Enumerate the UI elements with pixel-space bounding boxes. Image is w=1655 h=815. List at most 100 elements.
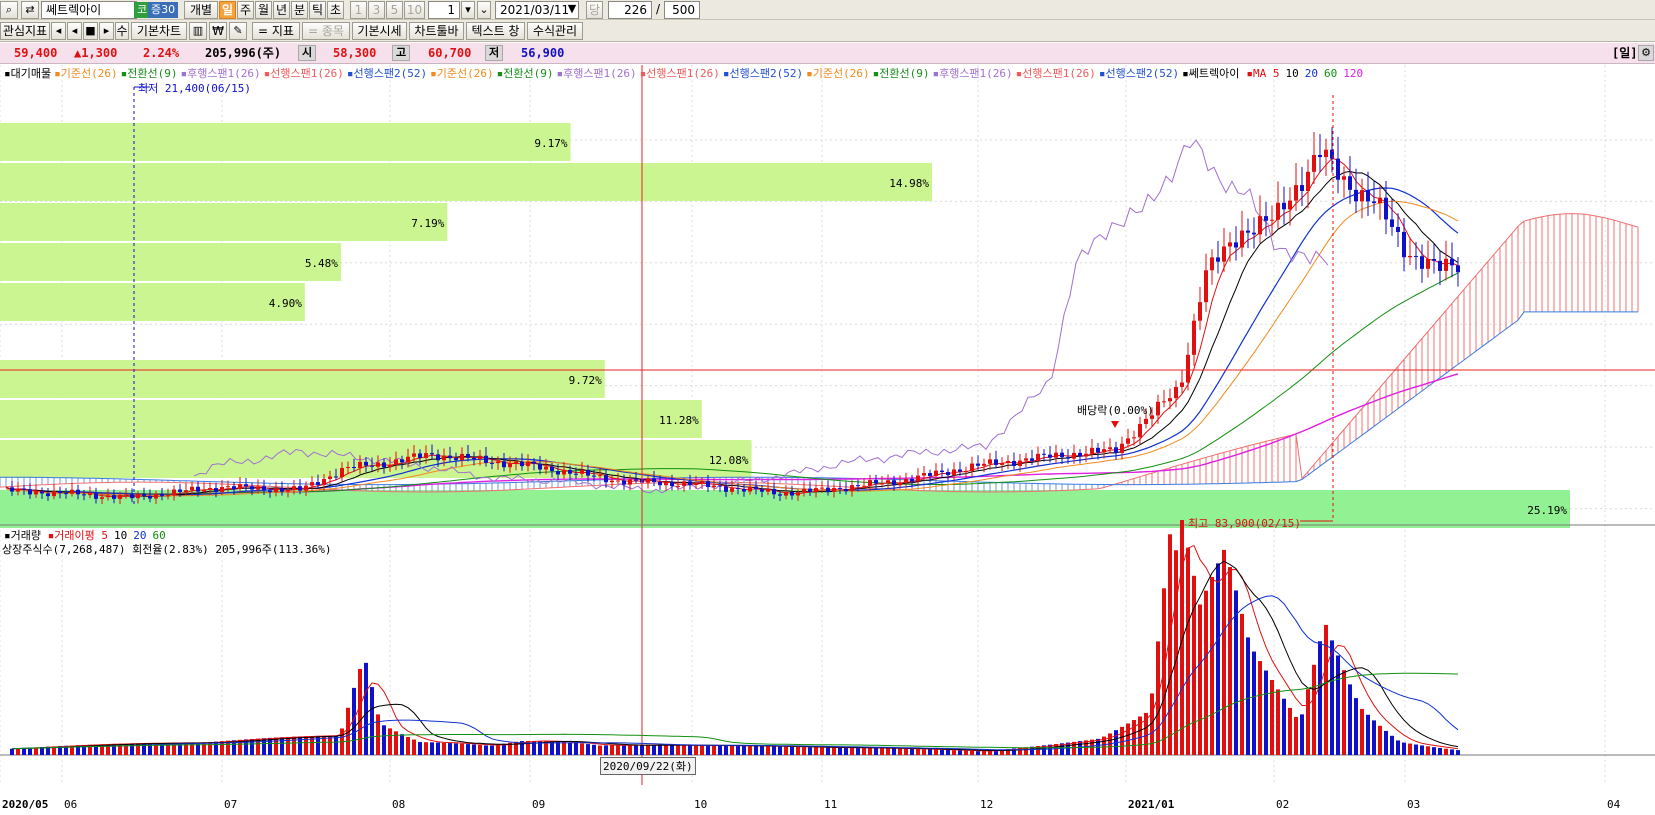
candle-body: [796, 492, 800, 496]
chart-area[interactable]: 9.17% 14.98% 7.19% 5.48% 4.90% 9.72% 11.28% 12.…: [0, 65, 1655, 815]
legend-ma-period: 10: [1285, 67, 1299, 80]
step-3-button[interactable]: 3: [368, 1, 385, 19]
volume-avg-period: 5: [101, 529, 108, 542]
volume-bar: [10, 748, 14, 755]
legend-item: ▪선행스팬1(26): [639, 67, 720, 80]
candle-body: [1312, 154, 1316, 172]
volume-bar: [934, 749, 938, 755]
settings-icon[interactable]: ⚙: [1638, 45, 1654, 61]
step-5-button[interactable]: 5: [386, 1, 403, 19]
candle-body: [880, 483, 884, 485]
scroll-right-icon[interactable]: ▸: [99, 22, 114, 40]
period-month-button[interactable]: 월: [255, 1, 272, 19]
candle-body: [1372, 201, 1376, 204]
refresh-icon[interactable]: ⇄: [21, 1, 39, 19]
step-spin-icon[interactable]: ▾: [461, 1, 475, 19]
candle-body: [1228, 242, 1232, 247]
text-window-button[interactable]: 텍스트 창: [466, 22, 525, 40]
volume-bar: [430, 742, 434, 755]
total-input[interactable]: 500: [664, 1, 700, 19]
volume-profile-bar: [0, 360, 605, 398]
candle-body: [370, 465, 374, 467]
price-info-bar: 59,400 ▲1,300 2.24% 205,996(주) 시 58,300 …: [0, 43, 1655, 64]
su-button[interactable]: 수: [115, 22, 129, 40]
candle-body: [1072, 452, 1076, 459]
candle-body: [670, 481, 674, 487]
indicator-button[interactable]: = 지표: [252, 22, 300, 40]
volume-bar: [22, 747, 26, 755]
volume-bar: [1414, 744, 1418, 755]
period-minute-button[interactable]: 분: [291, 1, 308, 19]
candle-body: [1042, 453, 1046, 455]
candle-body: [16, 488, 20, 492]
chart-type-icon[interactable]: ▥: [189, 22, 207, 40]
price-chart-svg[interactable]: 9.17% 14.98% 7.19% 5.48% 4.90% 9.72% 11.28% 12.…: [0, 65, 1655, 815]
candle-body: [712, 485, 716, 488]
candle-body: [364, 461, 368, 466]
candle-body: [490, 462, 494, 464]
volume-profile-label: 11.28%: [659, 414, 699, 427]
volume-bar: [694, 745, 698, 755]
date-dropdown-icon[interactable]: ▼: [565, 1, 579, 19]
individual-button[interactable]: 개별: [184, 1, 218, 19]
period-second-button[interactable]: 초: [327, 1, 344, 19]
x-axis-label: 04: [1607, 798, 1621, 811]
candle-body: [646, 478, 650, 483]
candle-body: [1048, 454, 1052, 458]
search-icon[interactable]: ⌕: [0, 1, 18, 19]
candle-body: [88, 493, 92, 496]
period-day-button[interactable]: 일: [219, 1, 236, 19]
candle-body: [58, 491, 62, 494]
legend-item: ▪기준선(26): [430, 67, 494, 80]
stock-name-input[interactable]: 쎄트렉아이: [41, 1, 137, 19]
interest-indicator-button[interactable]: 관심지표: [0, 22, 50, 40]
step-1-button[interactable]: 1: [350, 1, 367, 19]
volume-bar: [820, 747, 824, 755]
chevron-down-icon[interactable]: ⌄: [477, 1, 491, 19]
candle-body: [1216, 257, 1220, 262]
volume-bar: [1270, 679, 1274, 755]
count-input[interactable]: 226: [608, 1, 652, 19]
candle-body: [1234, 242, 1238, 248]
candle-body: [868, 480, 872, 486]
step-input[interactable]: 1: [428, 1, 460, 19]
won-button[interactable]: ₩: [209, 22, 227, 40]
candle-body: [40, 491, 44, 494]
candle-body: [382, 462, 386, 468]
volume-bar: [862, 747, 866, 755]
candle-body: [64, 493, 68, 495]
volume-profile-bar: [0, 490, 1570, 528]
candle-body: [538, 463, 542, 470]
candle-body: [82, 494, 86, 496]
candle-body: [1192, 320, 1196, 355]
tool-icon[interactable]: ✎: [229, 22, 247, 40]
chart-toolbar-button[interactable]: 차트툴바: [409, 22, 464, 40]
basic-chart-button[interactable]: 기본차트: [131, 22, 187, 40]
period-week-button[interactable]: 주: [237, 1, 254, 19]
candle-body: [1318, 154, 1322, 158]
formula-button[interactable]: 수식관리: [527, 22, 583, 40]
candle-body: [448, 455, 452, 459]
volume-bar: [574, 742, 578, 755]
candle-body: [1240, 230, 1244, 248]
period-year-button[interactable]: 년: [273, 1, 290, 19]
volume-bar: [1294, 716, 1298, 755]
candle-body: [1108, 447, 1112, 450]
volume-bar: [400, 734, 404, 755]
scroll-left-icon[interactable]: ◂: [51, 22, 66, 40]
item-button[interactable]: = 종목: [302, 22, 350, 40]
candle-body: [550, 466, 554, 472]
candle-body: [1162, 401, 1166, 403]
candle-body: [478, 455, 482, 460]
when-button[interactable]: 당: [586, 1, 603, 19]
stop-icon[interactable]: ■: [83, 22, 98, 40]
candle-body: [1324, 149, 1328, 158]
candle-body: [376, 462, 380, 467]
period-tick-button[interactable]: 틱: [309, 1, 326, 19]
candle-body: [1198, 302, 1202, 321]
step-10-button[interactable]: 10: [404, 1, 425, 19]
scroll-prev-icon[interactable]: ◂: [67, 22, 82, 40]
candle-body: [442, 455, 446, 461]
basic-quote-button[interactable]: 기본시세: [352, 22, 407, 40]
high-annotation: 최고 83,900(02/15): [1188, 517, 1301, 530]
